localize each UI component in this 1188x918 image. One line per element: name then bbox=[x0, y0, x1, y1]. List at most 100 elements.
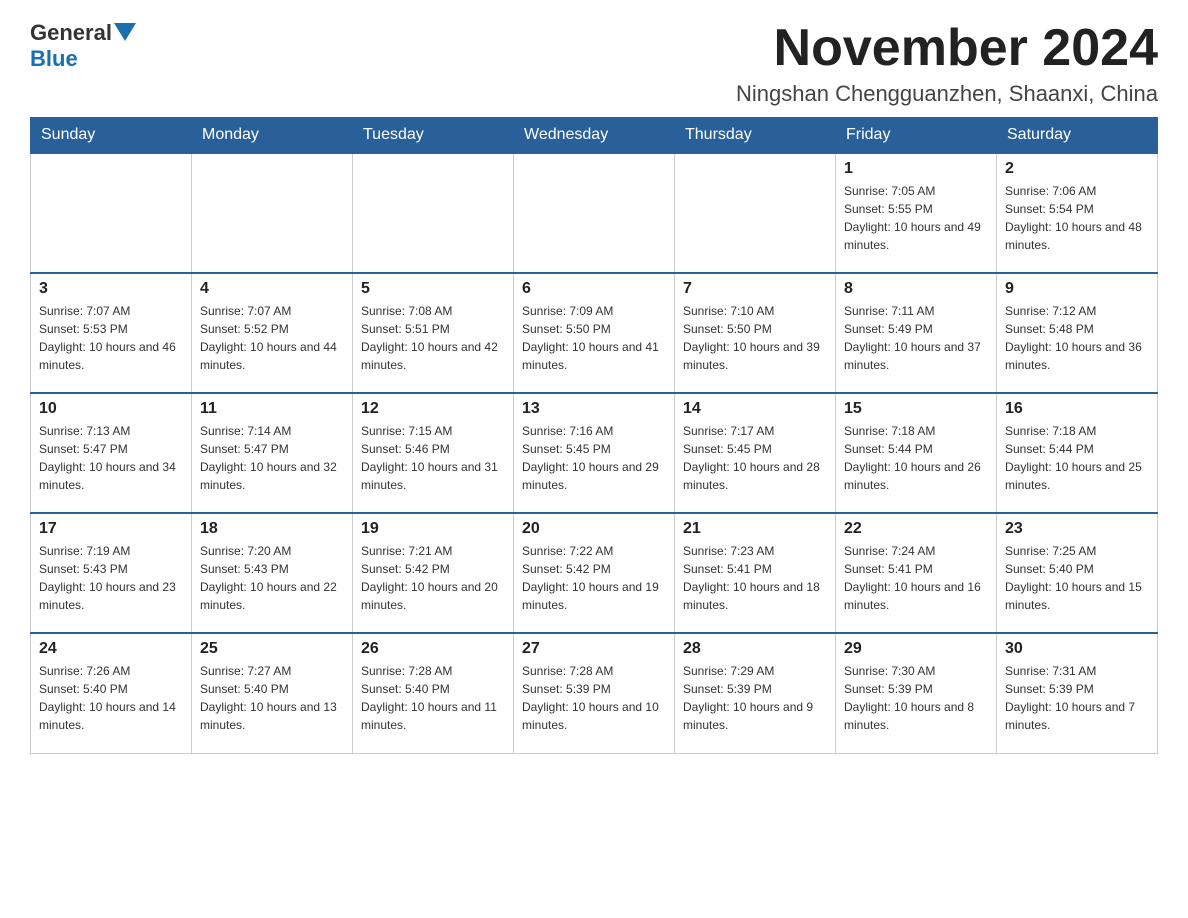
day-number: 25 bbox=[200, 640, 344, 658]
weekday-header-row: SundayMondayTuesdayWednesdayThursdayFrid… bbox=[31, 118, 1158, 154]
calendar-cell: 7 Sunrise: 7:10 AMSunset: 5:50 PMDaylight… bbox=[675, 273, 836, 393]
weekday-header-wednesday: Wednesday bbox=[514, 118, 675, 154]
day-info: Sunrise: 7:28 AMSunset: 5:40 PMDaylight:… bbox=[361, 662, 505, 734]
calendar-cell: 18 Sunrise: 7:20 AMSunset: 5:43 PMDayligh… bbox=[192, 513, 353, 633]
day-info: Sunrise: 7:23 AMSunset: 5:41 PMDaylight:… bbox=[683, 542, 827, 614]
calendar-cell: 8Sunrise: 7:11 AMSunset: 5:49 PMDaylight… bbox=[836, 273, 997, 393]
calendar-cell: 13Sunrise: 7:16 AMSunset: 5:45 PMDayligh… bbox=[514, 393, 675, 513]
calendar-cell: 4Sunrise: 7:07 AMSunset: 5:52 PMDaylight… bbox=[192, 273, 353, 393]
day-number: 5 bbox=[361, 280, 505, 298]
calendar-cell: 15Sunrise: 7:18 AMSunset: 5:44 PMDayligh… bbox=[836, 393, 997, 513]
day-info: Sunrise: 7:18 AMSunset: 5:44 PMDaylight:… bbox=[1005, 422, 1149, 494]
calendar-table: SundayMondayTuesdayWednesdayThursdayFrid… bbox=[30, 117, 1158, 754]
day-number: 4 bbox=[200, 280, 344, 298]
calendar-cell: 30 Sunrise: 7:31 AMSunset: 5:39 PMDayligh… bbox=[997, 633, 1158, 753]
day-number: 6 bbox=[522, 280, 666, 298]
day-info: Sunrise: 7:14 AMSunset: 5:47 PMDaylight:… bbox=[200, 422, 344, 494]
logo-triangle-icon bbox=[114, 23, 136, 41]
calendar-cell: 28 Sunrise: 7:29 AMSunset: 5:39 PMDayligh… bbox=[675, 633, 836, 753]
calendar-cell: 16 Sunrise: 7:18 AMSunset: 5:44 PMDayligh… bbox=[997, 393, 1158, 513]
calendar-cell bbox=[31, 153, 192, 273]
day-info: Sunrise: 7:17 AMSunset: 5:45 PMDaylight:… bbox=[683, 422, 827, 494]
day-info: Sunrise: 7:16 AMSunset: 5:45 PMDaylight:… bbox=[522, 422, 666, 494]
calendar-cell: 25Sunrise: 7:27 AMSunset: 5:40 PMDayligh… bbox=[192, 633, 353, 753]
weekday-header-thursday: Thursday bbox=[675, 118, 836, 154]
day-info: Sunrise: 7:06 AMSunset: 5:54 PMDaylight:… bbox=[1005, 182, 1149, 254]
day-info: Sunrise: 7:10 AMSunset: 5:50 PMDaylight:… bbox=[683, 302, 827, 374]
day-info: Sunrise: 7:26 AMSunset: 5:40 PMDaylight:… bbox=[39, 662, 183, 734]
day-info: Sunrise: 7:13 AMSunset: 5:47 PMDaylight:… bbox=[39, 422, 183, 494]
weekday-header-sunday: Sunday bbox=[31, 118, 192, 154]
calendar-cell: 9 Sunrise: 7:12 AMSunset: 5:48 PMDaylight… bbox=[997, 273, 1158, 393]
day-number: 2 bbox=[1005, 160, 1149, 178]
day-number: 28 bbox=[683, 640, 827, 658]
calendar-cell: 29 Sunrise: 7:30 AMSunset: 5:39 PMDayligh… bbox=[836, 633, 997, 753]
calendar-cell: 17Sunrise: 7:19 AMSunset: 5:43 PMDayligh… bbox=[31, 513, 192, 633]
day-info: Sunrise: 7:09 AMSunset: 5:50 PMDaylight:… bbox=[522, 302, 666, 374]
logo: General Blue bbox=[30, 20, 136, 72]
day-info: Sunrise: 7:20 AMSunset: 5:43 PMDaylight:… bbox=[200, 542, 344, 614]
month-title: November 2024 bbox=[736, 20, 1158, 77]
calendar-cell: 5 Sunrise: 7:08 AMSunset: 5:51 PMDaylight… bbox=[353, 273, 514, 393]
day-number: 27 bbox=[522, 640, 666, 658]
day-info: Sunrise: 7:05 AMSunset: 5:55 PMDaylight:… bbox=[844, 182, 988, 254]
day-number: 23 bbox=[1005, 520, 1149, 538]
day-number: 21 bbox=[683, 520, 827, 538]
calendar-cell: 12 Sunrise: 7:15 AMSunset: 5:46 PMDayligh… bbox=[353, 393, 514, 513]
weekday-header-saturday: Saturday bbox=[997, 118, 1158, 154]
calendar-cell: 3Sunrise: 7:07 AMSunset: 5:53 PMDaylight… bbox=[31, 273, 192, 393]
day-number: 8 bbox=[844, 280, 988, 298]
day-info: Sunrise: 7:15 AMSunset: 5:46 PMDaylight:… bbox=[361, 422, 505, 494]
calendar-cell bbox=[675, 153, 836, 273]
day-number: 10 bbox=[39, 400, 183, 418]
calendar-cell: 11 Sunrise: 7:14 AMSunset: 5:47 PMDayligh… bbox=[192, 393, 353, 513]
calendar-cell: 21 Sunrise: 7:23 AMSunset: 5:41 PMDayligh… bbox=[675, 513, 836, 633]
day-info: Sunrise: 7:19 AMSunset: 5:43 PMDaylight:… bbox=[39, 542, 183, 614]
day-info: Sunrise: 7:31 AMSunset: 5:39 PMDaylight:… bbox=[1005, 662, 1149, 734]
day-number: 12 bbox=[361, 400, 505, 418]
day-number: 29 bbox=[844, 640, 988, 658]
day-number: 16 bbox=[1005, 400, 1149, 418]
calendar-cell: 19 Sunrise: 7:21 AMSunset: 5:42 PMDayligh… bbox=[353, 513, 514, 633]
calendar-cell bbox=[353, 153, 514, 273]
day-number: 20 bbox=[522, 520, 666, 538]
calendar-cell: 26 Sunrise: 7:28 AMSunset: 5:40 PMDayligh… bbox=[353, 633, 514, 753]
day-number: 11 bbox=[200, 400, 344, 418]
header: General Blue November 2024 Ningshan Chen… bbox=[30, 20, 1158, 107]
day-info: Sunrise: 7:07 AMSunset: 5:53 PMDaylight:… bbox=[39, 302, 183, 374]
calendar-cell: 27Sunrise: 7:28 AMSunset: 5:39 PMDayligh… bbox=[514, 633, 675, 753]
logo-blue-text: Blue bbox=[30, 46, 78, 71]
day-info: Sunrise: 7:22 AMSunset: 5:42 PMDaylight:… bbox=[522, 542, 666, 614]
day-number: 22 bbox=[844, 520, 988, 538]
calendar-cell: 20 Sunrise: 7:22 AMSunset: 5:42 PMDayligh… bbox=[514, 513, 675, 633]
calendar-cell: 22 Sunrise: 7:24 AMSunset: 5:41 PMDayligh… bbox=[836, 513, 997, 633]
day-info: Sunrise: 7:24 AMSunset: 5:41 PMDaylight:… bbox=[844, 542, 988, 614]
weekday-header-tuesday: Tuesday bbox=[353, 118, 514, 154]
day-number: 15 bbox=[844, 400, 988, 418]
calendar-cell: 14 Sunrise: 7:17 AMSunset: 5:45 PMDayligh… bbox=[675, 393, 836, 513]
day-number: 26 bbox=[361, 640, 505, 658]
calendar-cell bbox=[192, 153, 353, 273]
week-row-3: 10 Sunrise: 7:13 AMSunset: 5:47 PMDayligh… bbox=[31, 393, 1158, 513]
day-number: 24 bbox=[39, 640, 183, 658]
week-row-4: 17Sunrise: 7:19 AMSunset: 5:43 PMDayligh… bbox=[31, 513, 1158, 633]
location-subtitle: Ningshan Chengguanzhen, Shaanxi, China bbox=[736, 81, 1158, 107]
weekday-header-friday: Friday bbox=[836, 118, 997, 154]
day-number: 18 bbox=[200, 520, 344, 538]
calendar-cell: 24 Sunrise: 7:26 AMSunset: 5:40 PMDayligh… bbox=[31, 633, 192, 753]
day-info: Sunrise: 7:12 AMSunset: 5:48 PMDaylight:… bbox=[1005, 302, 1149, 374]
week-row-5: 24 Sunrise: 7:26 AMSunset: 5:40 PMDayligh… bbox=[31, 633, 1158, 753]
day-number: 19 bbox=[361, 520, 505, 538]
calendar-cell: 2 Sunrise: 7:06 AMSunset: 5:54 PMDaylight… bbox=[997, 153, 1158, 273]
day-info: Sunrise: 7:29 AMSunset: 5:39 PMDaylight:… bbox=[683, 662, 827, 734]
day-number: 9 bbox=[1005, 280, 1149, 298]
day-number: 30 bbox=[1005, 640, 1149, 658]
week-row-2: 3Sunrise: 7:07 AMSunset: 5:53 PMDaylight… bbox=[31, 273, 1158, 393]
day-info: Sunrise: 7:21 AMSunset: 5:42 PMDaylight:… bbox=[361, 542, 505, 614]
title-area: November 2024 Ningshan Chengguanzhen, Sh… bbox=[736, 20, 1158, 107]
day-info: Sunrise: 7:30 AMSunset: 5:39 PMDaylight:… bbox=[844, 662, 988, 734]
day-number: 7 bbox=[683, 280, 827, 298]
day-info: Sunrise: 7:08 AMSunset: 5:51 PMDaylight:… bbox=[361, 302, 505, 374]
day-number: 14 bbox=[683, 400, 827, 418]
calendar-cell: 6 Sunrise: 7:09 AMSunset: 5:50 PMDaylight… bbox=[514, 273, 675, 393]
